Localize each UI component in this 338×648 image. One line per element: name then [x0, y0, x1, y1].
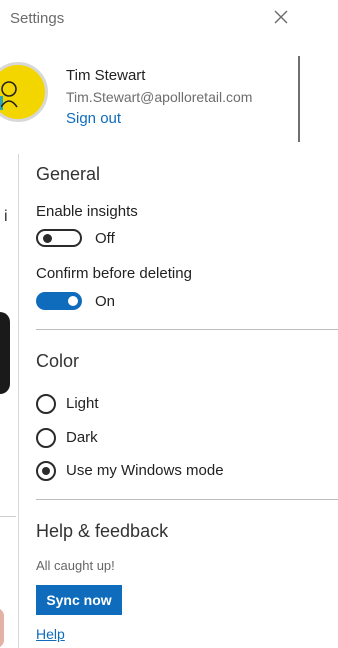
background-image-fragment — [0, 312, 10, 394]
enable-insights-label: Enable insights — [36, 203, 138, 220]
general-heading: General — [36, 164, 101, 184]
background-divider — [0, 516, 16, 517]
avatar[interactable] — [0, 62, 48, 122]
close-icon — [274, 10, 288, 24]
color-heading: Color — [36, 351, 80, 371]
background-photo-fragment — [0, 608, 4, 648]
confirm-delete-toggle[interactable] — [36, 292, 82, 310]
sign-out-link[interactable]: Sign out — [66, 110, 121, 127]
scrollbar[interactable] — [298, 56, 300, 142]
divider — [36, 329, 338, 330]
help-feedback-heading: Help & feedback — [36, 521, 169, 541]
sync-status: All caught up! — [36, 558, 115, 573]
confirm-delete-label: Confirm before deleting — [36, 265, 192, 282]
enable-insights-state: Off — [95, 230, 115, 247]
toggle-knob — [68, 296, 78, 306]
account-name: Tim Stewart — [66, 67, 146, 84]
person-icon — [1, 81, 18, 108]
account-email: Tim.Stewart@apolloretail.com — [66, 89, 253, 105]
settings-title: Settings — [10, 10, 65, 27]
divider — [36, 499, 338, 500]
close-button[interactable] — [272, 8, 290, 26]
background-text: i — [4, 208, 8, 225]
confirm-delete-state: On — [95, 293, 116, 310]
radio-light[interactable] — [36, 394, 56, 414]
radio-light-label: Light — [66, 395, 99, 412]
panel-border — [18, 154, 19, 648]
radio-windows-mode-label: Use my Windows mode — [66, 462, 224, 479]
radio-selected-dot — [42, 467, 50, 475]
radio-dark-label: Dark — [66, 429, 98, 446]
sync-now-button[interactable]: Sync now — [36, 585, 122, 615]
enable-insights-toggle[interactable] — [36, 229, 82, 247]
radio-dark[interactable] — [36, 428, 56, 448]
help-link[interactable]: Help — [36, 626, 65, 642]
toggle-knob — [43, 234, 52, 243]
radio-windows-mode[interactable] — [36, 461, 56, 481]
